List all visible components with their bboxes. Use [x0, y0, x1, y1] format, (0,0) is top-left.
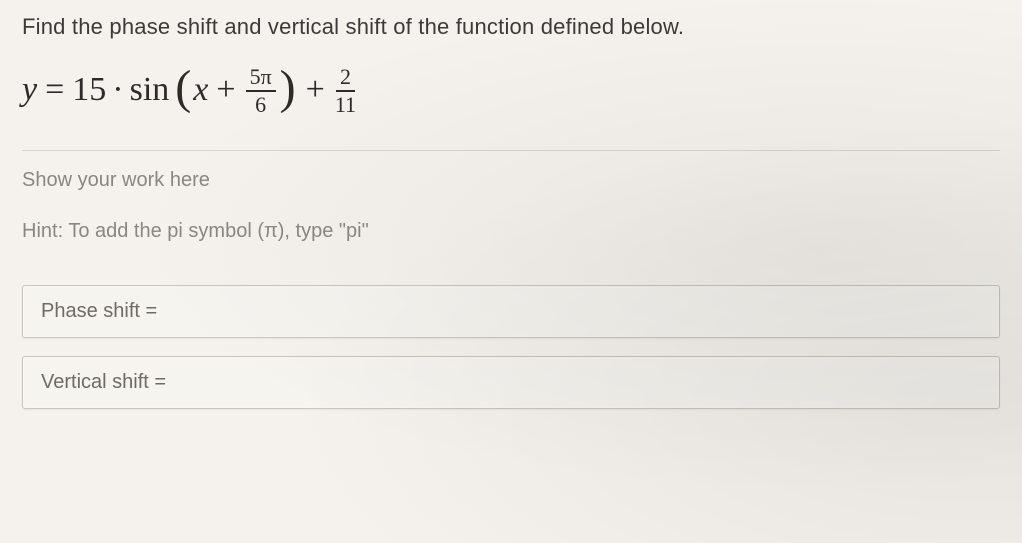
hint-text: Hint: To add the pi symbol (π), type "pi…: [22, 220, 1000, 243]
fraction-vertical-denominator: 11: [335, 92, 356, 117]
question-title: Find the phase shift and vertical shift …: [22, 14, 1000, 40]
equals-sign: =: [45, 71, 64, 109]
variable-x: x: [193, 71, 208, 109]
fraction-phase-numerator: 5π: [246, 65, 276, 92]
fraction-phase-denominator: 6: [255, 92, 266, 117]
equation-display: y = 15 · sin ( x + 5π 6 ) + 2 11: [22, 64, 1000, 116]
left-paren: (: [175, 64, 191, 112]
equation-lhs: y: [22, 71, 37, 109]
right-paren: ): [280, 64, 296, 112]
phase-shift-input[interactable]: [163, 300, 981, 323]
sin-function: sin: [130, 71, 170, 109]
plus-outside: +: [306, 71, 325, 109]
fraction-phase: 5π 6: [246, 65, 276, 117]
vertical-shift-input[interactable]: [172, 371, 981, 394]
plus-inside: +: [216, 71, 235, 109]
phase-shift-box[interactable]: Phase shift =: [22, 285, 1000, 338]
fraction-vertical-numerator: 2: [336, 65, 355, 92]
answer-group: Phase shift = Vertical shift =: [22, 285, 1000, 409]
fraction-vertical: 2 11: [335, 65, 356, 117]
phase-shift-label: Phase shift =: [41, 300, 157, 323]
vertical-shift-label: Vertical shift =: [41, 371, 166, 394]
dot-operator: ·: [112, 71, 123, 109]
section-divider: [22, 150, 1000, 151]
show-work-placeholder[interactable]: Show your work here: [22, 169, 1000, 192]
amplitude: 15: [72, 71, 106, 109]
vertical-shift-box[interactable]: Vertical shift =: [22, 356, 1000, 409]
